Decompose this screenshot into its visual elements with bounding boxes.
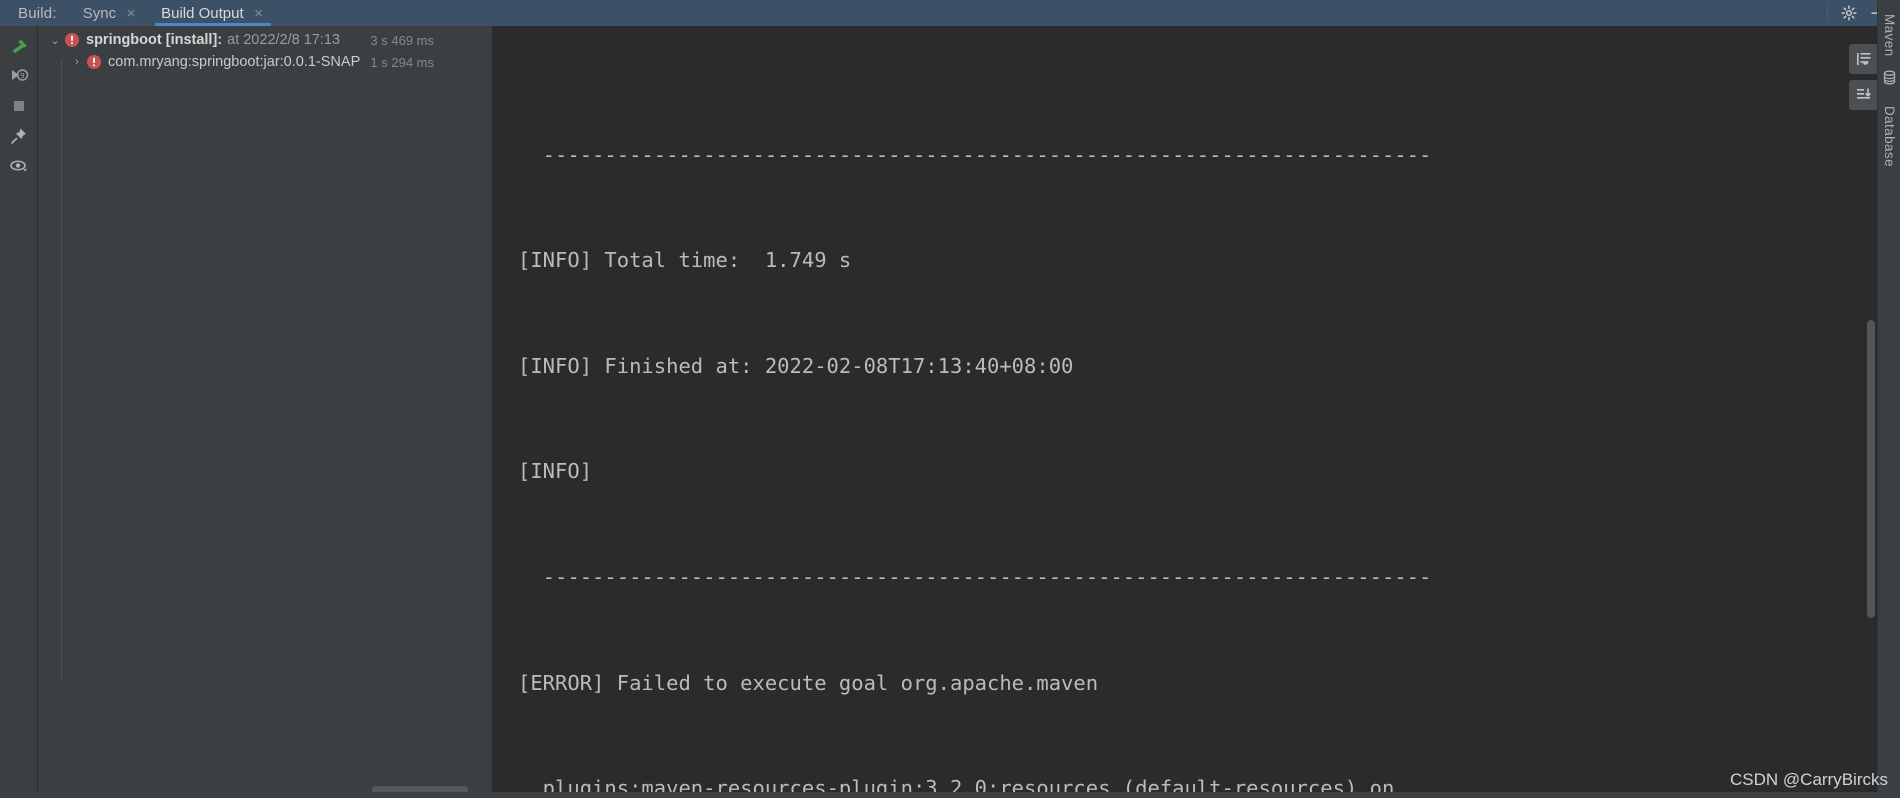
build-tree: ⌄ springboot [install]: at 2022/2/8 17:1… bbox=[38, 26, 494, 73]
close-icon[interactable]: × bbox=[125, 6, 137, 21]
scroll-to-end-icon bbox=[1857, 88, 1871, 99]
console-line: [ERROR] Failed to execute goal org.apach… bbox=[518, 670, 1099, 695]
close-icon[interactable]: × bbox=[253, 6, 265, 21]
build-tool-window: Build: Sync × Build Output × 9 ⌄ springb… bbox=[0, 0, 1900, 798]
tree-row-root-timing: 3 s 469 ms bbox=[370, 32, 434, 48]
tabbar-spacer bbox=[277, 0, 1687, 26]
database-icon bbox=[1882, 70, 1897, 85]
console-line: [INFO] Finished at: 2022-02-08T17:13:40+… bbox=[518, 353, 1074, 378]
error-icon bbox=[64, 32, 80, 48]
tree-row-root-subtitle: at 2022/2/8 17:13 bbox=[227, 32, 341, 48]
tree-row-module[interactable]: › com.mryang:springboot:jar:0.0.1-SNAP 1… bbox=[38, 51, 494, 73]
build-tabbar: Build: Sync × Build Output × bbox=[0, 0, 1900, 26]
error-icon bbox=[86, 54, 102, 70]
chevron-right-icon[interactable]: › bbox=[68, 56, 86, 68]
tab-sync-label: Sync bbox=[82, 4, 117, 22]
console-line: [INFO] Total time: 1.749 s bbox=[518, 248, 852, 273]
chevron-down-icon[interactable]: ⌄ bbox=[46, 34, 64, 47]
build-tree-panel: ⌄ springboot [install]: at 2022/2/8 17:1… bbox=[38, 26, 494, 798]
build-window-label: Build: bbox=[18, 4, 57, 22]
tree-guide-line bbox=[61, 60, 62, 680]
tab-sync[interactable]: Sync × bbox=[71, 0, 149, 26]
console-line: ----------------------------------------… bbox=[518, 142, 1432, 167]
console-text-area: ----------------------------------------… bbox=[494, 26, 1877, 798]
tree-row-module-title: com.mryang:springboot:jar:0.0.1-SNAP bbox=[108, 54, 361, 70]
scroll-to-end-button[interactable] bbox=[1849, 80, 1879, 110]
soft-wrap-icon bbox=[1857, 53, 1871, 66]
tree-row-module-timing: 1 s 294 ms bbox=[370, 54, 434, 70]
tab-build-output[interactable]: Build Output × bbox=[149, 0, 277, 26]
soft-wrap-button[interactable] bbox=[1849, 44, 1879, 74]
watermark: CSDN @CarryBircks bbox=[1730, 770, 1888, 789]
sidebar-item-database[interactable]: Database bbox=[1878, 92, 1900, 180]
right-tool-window-bar: Maven Database bbox=[1877, 0, 1900, 798]
bottom-strip bbox=[0, 792, 1900, 798]
build-hammer-icon[interactable] bbox=[4, 32, 34, 60]
sidebar-item-database-label: Database bbox=[1882, 105, 1897, 167]
console-line: [INFO] bbox=[518, 459, 593, 484]
build-left-toolbar: 9 bbox=[0, 26, 38, 798]
sidebar-item-maven[interactable]: Maven bbox=[1878, 4, 1900, 66]
sidebar-item-maven-label: Maven bbox=[1882, 13, 1897, 57]
rerun-icon[interactable]: 9 bbox=[4, 62, 34, 90]
svg-text:9: 9 bbox=[20, 72, 24, 80]
tree-row-root[interactable]: ⌄ springboot [install]: at 2022/2/8 17:1… bbox=[38, 29, 494, 51]
tab-build-output-label: Build Output bbox=[161, 4, 244, 22]
console-vertical-scrollbar-thumb[interactable] bbox=[1867, 320, 1875, 618]
pin-icon[interactable] bbox=[4, 122, 34, 150]
console-vertical-scrollbar[interactable] bbox=[1865, 26, 1877, 798]
gear-icon[interactable] bbox=[1838, 2, 1860, 24]
tabbar-left-group: Build: Sync × Build Output × bbox=[0, 0, 277, 26]
build-console[interactable]: ----------------------------------------… bbox=[494, 26, 1877, 798]
stop-icon[interactable] bbox=[4, 92, 34, 120]
eye-icon[interactable] bbox=[4, 152, 34, 180]
console-line: ----------------------------------------… bbox=[518, 565, 1432, 590]
tree-row-root-title: springboot [install]: bbox=[86, 32, 223, 48]
